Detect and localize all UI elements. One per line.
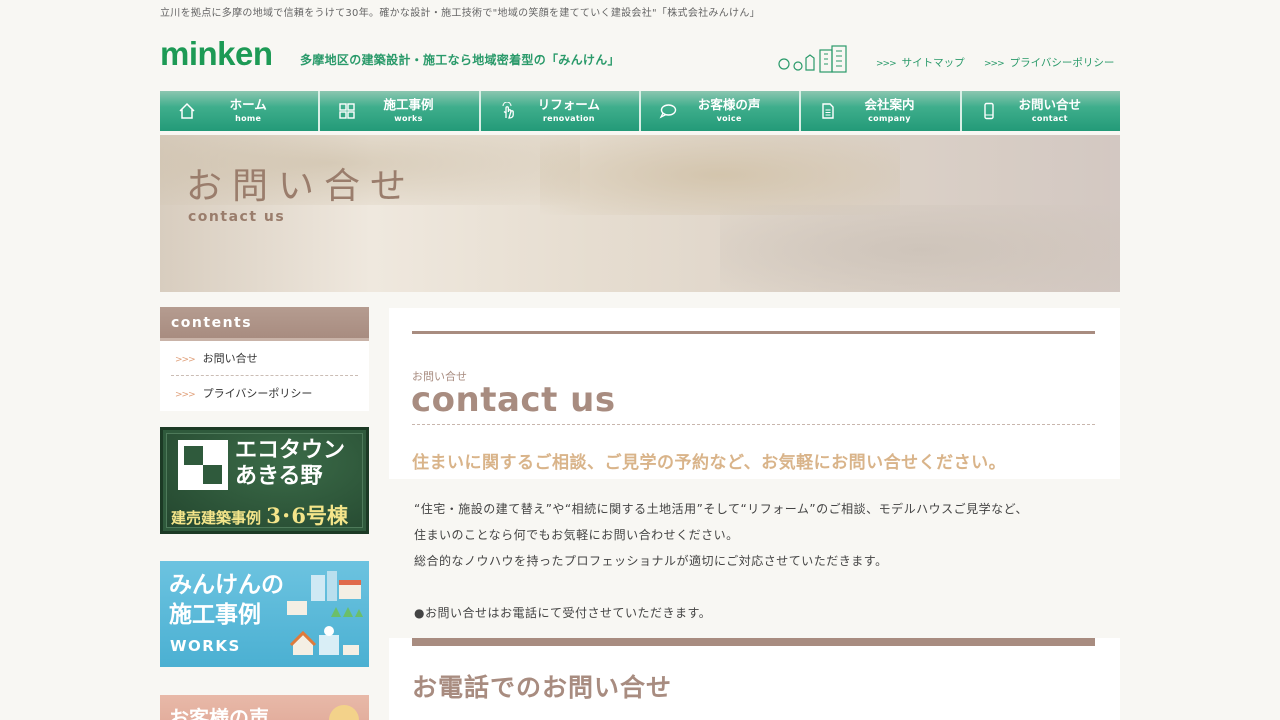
ecotown-akiruno-banner[interactable]: エコタウン あきる野 建売建築事例 3･6号棟 (160, 427, 369, 534)
site-tagline: 立川を拠点に多摩の地域で信頼をうけて30年。確かな設計・施工技術で"地域の笑顔を… (160, 8, 760, 19)
privacy-policy-link[interactable]: >>> プライバシーポリシー (984, 55, 1114, 70)
sitemap-link[interactable]: >>> サイトマップ (876, 55, 965, 70)
nav-item-company[interactable]: 会社案内 company (801, 91, 962, 131)
phone-contact-panel: お電話でのお問い合せ (389, 638, 1120, 720)
intro-panel: お問い合せ contact us 住まいに関するご相談、ご見学の予約など、お気軽… (389, 308, 1120, 479)
home-icon (179, 102, 195, 119)
banner-line: 建売建築事例 3･6号棟 (171, 500, 348, 530)
ecotown-logo-icon (178, 440, 228, 490)
banner-caption-number: 3･6号棟 (266, 503, 348, 528)
banner-line: お客様の声 (169, 706, 269, 720)
hand-icon (502, 102, 514, 119)
nav-item-home[interactable]: ホーム home (160, 91, 321, 131)
section-heading-en: contact us (411, 380, 616, 420)
hero-background-blur (540, 135, 900, 215)
sidebar-item-label: プライバシーポリシー (202, 387, 313, 400)
sidebar: contents >>> お問い合せ >>> プライバシーポリシー エコタウン あき… (160, 307, 369, 720)
lead-text: 住まいに関するご相談、ご見学の予約など、お気軽にお問い合せください。 (412, 453, 1007, 473)
town-illustration-icon (287, 571, 363, 655)
nav-item-renovation[interactable]: リフォーム renovation (480, 91, 641, 131)
site-header: minken 多摩地区の建築設計・施工なら地域密着型の「みんけん」 >>> サイト… (160, 22, 1120, 90)
arrow-icon: >>> (984, 59, 1005, 69)
document-icon (822, 103, 835, 119)
main-content: お問い合せ contact us 住まいに関するご相談、ご見学の予約など、お気軽… (389, 308, 1120, 720)
hero-background-blur (720, 205, 1120, 292)
sitemap-link-label: サイトマップ (901, 57, 965, 69)
page-subtitle: contact us (188, 209, 286, 225)
banner-line: エコタウン (235, 438, 346, 463)
customer-face-icon (329, 705, 359, 720)
arrow-icon: >>> (175, 355, 196, 365)
heading-divider (412, 424, 1095, 425)
page-title: お問い合せ (186, 166, 417, 207)
banner-line: あきる野 (235, 464, 323, 489)
arrow-icon: >>> (175, 390, 196, 400)
phone-icon (983, 102, 994, 120)
customer-voice-banner[interactable]: お客様の声 (160, 695, 369, 720)
arrow-icon: >>> (876, 59, 897, 69)
town-illustration-icon (778, 45, 847, 73)
works-banner[interactable]: みんけんの 施工事例 WORKS (160, 561, 369, 667)
privacy-link-label: プライバシーポリシー (1009, 57, 1115, 69)
phone-notice: ●お問い合せはお電話にて受付させていただきます。 (414, 606, 712, 620)
sidebar-item-label: お問い合せ (202, 352, 258, 365)
page-hero: お問い合せ contact us (160, 135, 1120, 292)
header-catchphrase: 多摩地区の建築設計・施工なら地域密着型の「みんけん」 (300, 53, 620, 67)
sidebar-item-privacy-policy[interactable]: >>> プライバシーポリシー (171, 376, 358, 411)
sidebar-heading: contents (160, 307, 369, 341)
nav-item-works[interactable]: 施工事例 works (320, 91, 481, 131)
nav-item-voice[interactable]: お客様の声 voice (640, 91, 802, 131)
banner-line: 施工事例 (169, 602, 261, 628)
sidebar-menu: >>> お問い合せ >>> プライバシーポリシー (160, 341, 369, 411)
banner-line: WORKS (170, 637, 241, 655)
body-paragraph (414, 574, 1028, 600)
global-nav: ホーム home 施工事例 works リフォーム renovation お客様… (160, 91, 1120, 131)
banner-caption: 建売建築事例 (171, 509, 267, 527)
body-paragraph: 総合的なノウハウを持ったプロフェッショナルが適切にご対応させていただきます。 (414, 554, 888, 568)
body-paragraph: “住宅・施設の建て替え”や“相続に関する土地活用”そして“リフォーム”のご相談、… (414, 502, 1028, 516)
section-rule (412, 331, 1095, 334)
chat-icon (659, 104, 677, 119)
minken-logo[interactable]: minken (160, 36, 273, 72)
phone-contact-heading: お電話でのお問い合せ (412, 673, 673, 702)
grid-icon (339, 103, 356, 119)
banner-line: みんけんの (169, 572, 284, 598)
body-paragraph: 住まいのことなら何でもお気軽にお問い合わせください。 (414, 528, 739, 542)
section-rule (412, 638, 1095, 646)
body-text: “住宅・施設の建て替え”や“相続に関する土地活用”そして“リフォーム”のご相談、… (414, 496, 1028, 626)
sidebar-item-contact[interactable]: >>> お問い合せ (171, 341, 358, 376)
nav-item-contact[interactable]: お問い合せ contact (961, 91, 1120, 131)
